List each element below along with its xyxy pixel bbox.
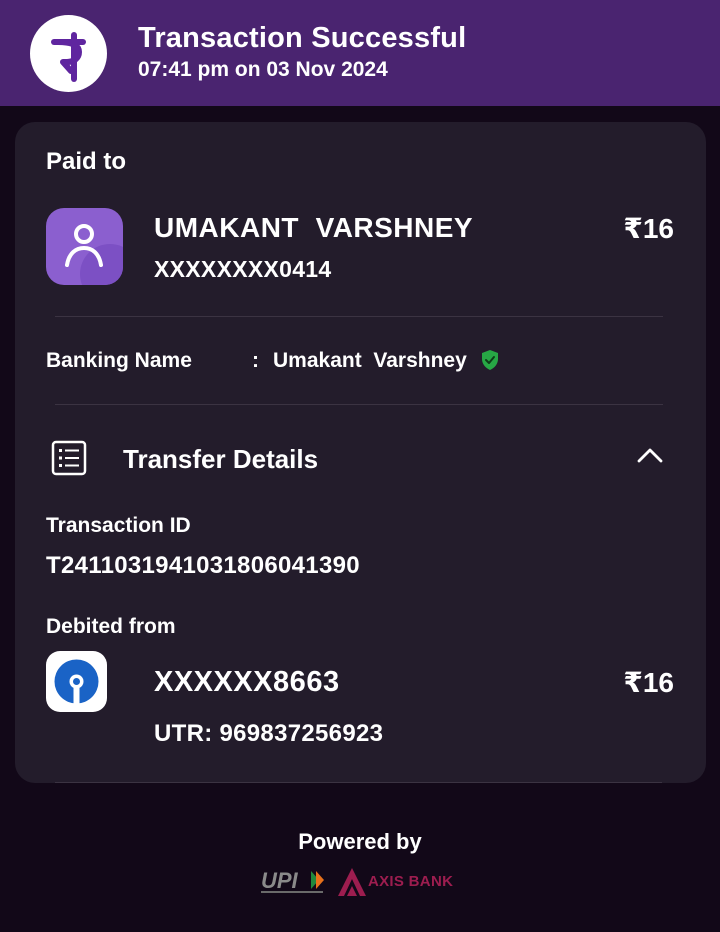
divider xyxy=(55,404,663,405)
payee-name: UMAKANT VARSHNEY xyxy=(154,212,474,243)
divider xyxy=(55,782,662,783)
phonepe-logo-icon xyxy=(30,15,107,92)
debited-account-number: XXXXXX8663 xyxy=(154,666,340,698)
banking-name-separator: : xyxy=(252,349,259,372)
upi-logo: UPI xyxy=(261,868,329,900)
user-avatar-icon xyxy=(46,208,123,285)
transaction-id-value: T2411031941031806041390 xyxy=(46,552,360,579)
verified-shield-icon xyxy=(481,349,499,371)
debited-from-label: Debited from xyxy=(46,615,176,638)
transfer-details-header[interactable]: Transfer Details xyxy=(123,444,318,475)
sbi-bank-logo-icon xyxy=(46,651,107,712)
axis-bank-name: AXIS BANK xyxy=(368,873,454,890)
powered-by-label: Powered by xyxy=(298,829,422,854)
paid-to-label: Paid to xyxy=(46,148,127,175)
page-title: Transaction Successful xyxy=(138,22,467,54)
paid-amount: ₹16 xyxy=(623,213,674,244)
banking-name-value: Umakant Varshney xyxy=(273,349,467,372)
utr-number: UTR: 969837256923 xyxy=(154,720,384,747)
debited-amount: ₹16 xyxy=(623,667,674,698)
list-details-icon xyxy=(51,440,87,476)
upi-logo-text: UPI xyxy=(261,869,299,893)
chevron-up-icon[interactable] xyxy=(637,447,663,463)
payee-account-number: XXXXXXXX0414 xyxy=(154,256,332,282)
transaction-datetime: 07:41 pm on 03 Nov 2024 xyxy=(138,58,388,81)
axis-bank-logo-icon xyxy=(336,866,368,903)
transaction-card: Paid to UMAKANT VARSHNEY XXXXXXXX0414 ₹1… xyxy=(15,122,706,783)
header-bar: Transaction Successful 07:41 pm on 03 No… xyxy=(0,0,720,106)
transaction-id-label: Transaction ID xyxy=(46,514,191,537)
divider xyxy=(55,316,663,317)
banking-name-label: Banking Name xyxy=(46,349,192,372)
